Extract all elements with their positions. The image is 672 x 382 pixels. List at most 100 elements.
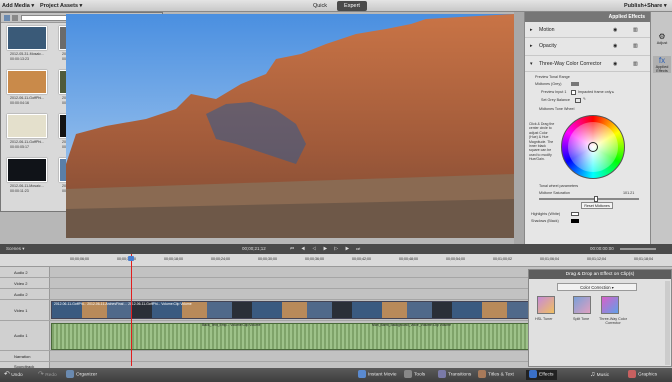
wheel-handle[interactable]: [588, 142, 598, 152]
saturation-value[interactable]: 101.21: [623, 191, 634, 195]
clip-label: Mari_Barnt_Background_Voice_Volume:Clip …: [372, 323, 451, 327]
wheel-instructions: Click & Drag the center circle to adjust…: [529, 122, 555, 162]
ruler-tick-label: 00;00;54;00: [446, 257, 465, 261]
asset-preview-image: [7, 26, 47, 50]
asset-name: 2012-06-11-Mosaic...: [10, 184, 44, 188]
asset-thumbnail[interactable]: 2012-06-11-GoffPhi... 00:00:05:17: [4, 112, 52, 154]
titles-text-button[interactable]: Titles & Text: [478, 370, 514, 380]
collapse-arrow-icon[interactable]: ▾: [530, 56, 533, 72]
color-wheel[interactable]: [561, 115, 625, 179]
track-label: Audio 2: [0, 289, 50, 299]
effect-three-way-label: Three-Way Color Corrector: [599, 317, 627, 326]
music-button[interactable]: ♫ Music: [590, 370, 609, 380]
asset-duration: 00:00:11:23: [10, 189, 29, 193]
tab-quick[interactable]: Quick: [305, 1, 335, 11]
eye-icon[interactable]: ◉: [613, 22, 618, 38]
shadows-swatch[interactable]: [571, 219, 579, 223]
redo-button[interactable]: ↷ Redo: [38, 370, 57, 380]
playback-controls[interactable]: ⏮◀◁▶▷▶⏭: [290, 244, 367, 254]
fx-icon: [529, 370, 537, 378]
tools-icon: [404, 370, 412, 378]
video-clip-strip[interactable]: 2012-06-11-GoffPhi... 2012-06-11-ArchesF…: [51, 301, 529, 319]
playhead-handle[interactable]: [128, 256, 134, 261]
grid-view-icon[interactable]: [12, 15, 18, 21]
add-media-button[interactable]: Add Media ▾: [2, 1, 34, 11]
eye-icon[interactable]: ◉: [613, 38, 618, 54]
preview-tonal-range-label: Preview Tonal Range: [535, 75, 570, 79]
publish-share-button[interactable]: Publish+Share ▾: [624, 1, 667, 11]
timecode-display: 00;00;21;12: [242, 246, 266, 251]
undo-button[interactable]: ↶ Undo: [4, 370, 23, 380]
set-grey-label: Set Grey Balance: [541, 98, 570, 102]
midtones-label: Midtones (Grey): [535, 82, 562, 86]
transitions-button[interactable]: Transitions: [438, 370, 471, 380]
grey-swatch[interactable]: [575, 98, 581, 103]
trash-icon[interactable]: ▥: [633, 56, 638, 72]
zoom-slider[interactable]: [620, 248, 656, 250]
effects-label: Effects: [539, 372, 554, 378]
effects-scrollbar[interactable]: [665, 281, 670, 365]
effect-split-tone-thumb[interactable]: [573, 296, 591, 314]
instant-movie-button[interactable]: Instant Movie: [358, 370, 397, 380]
redo-label: Redo: [45, 373, 57, 378]
organizer-button[interactable]: Organizer: [66, 370, 97, 380]
music-icon: ♫: [590, 371, 596, 378]
applied-effects-panel: Applied Effects Motion ▸ ◉ ▥ Opacity ▸ ◉ ▥ Thr…: [524, 12, 651, 244]
list-view-icon[interactable]: [4, 15, 10, 21]
expand-arrow-icon[interactable]: ▸: [530, 22, 533, 38]
effects-drag-panel: Drag & Drop an Effect on Clip(s) Color C…: [528, 269, 672, 367]
instant-movie-label: Instant Movie: [368, 372, 397, 378]
ruler-tick-label: 00;00;48;00: [399, 257, 418, 261]
effects-button[interactable]: Effects: [526, 370, 557, 380]
track-label: Audio 2: [0, 267, 50, 277]
effect-opacity-row[interactable]: Opacity ▸ ◉ ▥: [525, 38, 651, 56]
time-ruler[interactable]: 00;00;06;00 00;00;12;00 00;00;18;00 00;00;2…: [0, 254, 672, 267]
scenes-dropdown[interactable]: Scenes ▾: [6, 244, 25, 254]
asset-thumbnail[interactable]: 2012-06-11-Mosaic... 00:00:11:23: [4, 156, 52, 198]
monitor-panel: [66, 14, 514, 238]
applied-effects-button[interactable]: fx Applied Effects: [653, 56, 671, 73]
ruler-tick-label: 00;01;06;04: [540, 257, 559, 261]
effect-motion-row[interactable]: Motion ▸ ◉ ▥: [525, 22, 651, 38]
adjust-label: Adjust: [656, 41, 668, 45]
project-assets-button[interactable]: Project Assets ▾: [40, 1, 82, 11]
adjust-button[interactable]: ⚙ Adjust: [653, 32, 671, 45]
eyedropper-icon[interactable]: ✎: [583, 97, 586, 101]
timeline-toolbar: Scenes ▾ 00;00;21;12 ⏮◀◁▶▷▶⏭ 00:00:00:00: [0, 244, 672, 254]
transitions-label: Transitions: [448, 372, 472, 378]
ruler-tick-label: 00;00;06;00: [70, 257, 89, 261]
clip-label: Back_Text_Emp... Volume:Clip Volume: [202, 323, 261, 327]
effect-motion-label: Motion: [539, 27, 555, 33]
eye-icon[interactable]: ◉: [613, 56, 618, 72]
top-toolbar: Add Media ▾ Project Assets ▾ Quick Exper…: [0, 0, 672, 12]
ruler-tick-label: 00;01;12;04: [587, 257, 606, 261]
tools-button[interactable]: Tools: [404, 370, 425, 380]
reset-midtones-button[interactable]: Reset Midtones: [581, 202, 613, 209]
adjust-icon: ⚙: [658, 32, 666, 41]
asset-thumbnail[interactable]: 2012-06-11-GoffPhi... 00:00:04:16: [4, 68, 52, 110]
wheel-title: Midtones Tone Wheel: [539, 107, 575, 111]
audio-clip-strip[interactable]: Back_Text_Emp... Volume:Clip Volume Mari_…: [51, 323, 529, 350]
ruler-tick-label: 00;01;18;04: [634, 257, 653, 261]
ruler-tick-label: 00;00;42;00: [352, 257, 371, 261]
midtones-swatch[interactable]: [571, 82, 579, 86]
playhead[interactable]: [131, 254, 132, 366]
trash-icon[interactable]: ▥: [633, 38, 638, 54]
expand-arrow-icon[interactable]: ▸: [530, 38, 533, 54]
saturation-slider[interactable]: [539, 196, 639, 202]
graphics-button[interactable]: Graphics: [628, 370, 657, 380]
preview-checkbox[interactable]: [571, 90, 576, 95]
highlights-swatch[interactable]: [571, 212, 579, 216]
effect-three-way-row[interactable]: Three-Way Color Corrector ▾ ◉ ▥: [525, 56, 651, 72]
shadows-label: Shadows (Black): [531, 219, 559, 223]
category-dropdown[interactable]: Color Correction ▾: [557, 283, 637, 291]
tab-expert[interactable]: Expert: [337, 1, 367, 11]
asset-preview-image: [7, 70, 47, 94]
trash-icon[interactable]: ▥: [633, 22, 638, 38]
asset-thumbnail[interactable]: 2012-05-31-Mosaic... 00:00:13:23: [4, 24, 52, 66]
ruler-tick-label: 00;00;24;00: [211, 257, 230, 261]
effect-hsl-tuner-thumb[interactable]: [537, 296, 555, 314]
preview-image: [66, 14, 514, 238]
effect-three-way-thumb[interactable]: [601, 296, 619, 314]
ruler-tick-label: 00;01;00;02: [493, 257, 512, 261]
